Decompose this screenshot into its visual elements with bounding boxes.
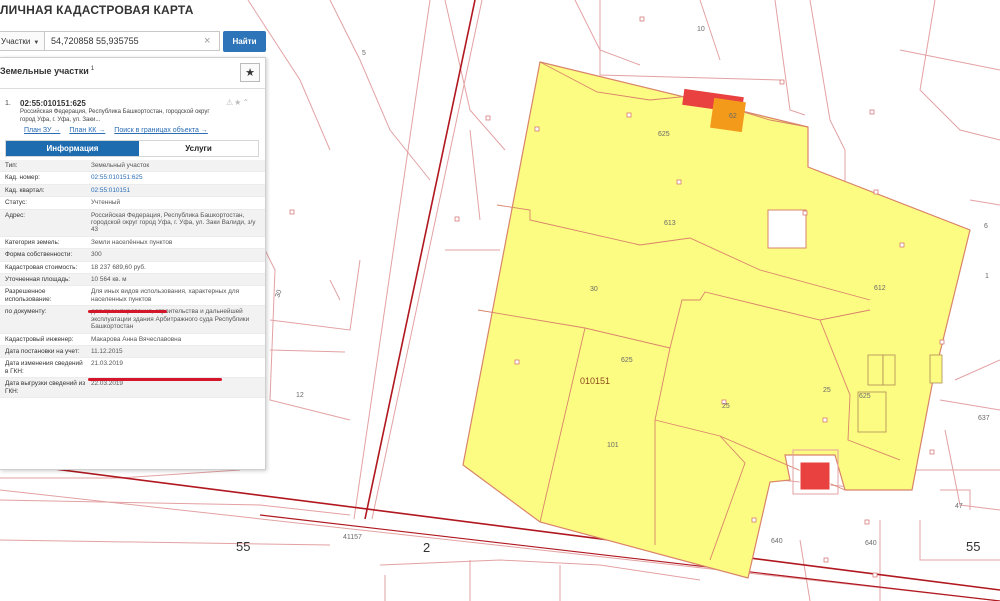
map-label: 640 <box>865 540 877 547</box>
attr-value: Земельный участок <box>91 162 150 169</box>
attr-value: 10 564 кв. м <box>91 276 127 284</box>
attr-label: Дата изменения сведений в ГКН: <box>5 360 83 375</box>
attr-label: Дата постановки на учет: <box>5 347 80 355</box>
map-label: 5 <box>362 50 366 57</box>
card-links: План ЗУ → План КК → Поиск в границах объек… <box>24 127 264 134</box>
map-label-block: 010151 <box>580 376 610 386</box>
table-row: Кадастровая стоимость: 18 237 689,60 руб. <box>0 262 265 275</box>
star-icon: ★ <box>245 67 255 79</box>
attr-label: Кад. номер: <box>5 174 40 182</box>
table-row: Категория земель: Земли населённых пункто… <box>0 237 265 250</box>
attr-label: Разрешенное использование: <box>5 288 52 303</box>
table-row: Форма собственности: 300 <box>0 249 265 262</box>
card-index: 1. <box>5 100 11 107</box>
highlight-underline-area <box>88 310 167 313</box>
map-label: 625 <box>658 131 670 138</box>
highlight-underline-purpose <box>88 378 222 381</box>
map-label: 637 <box>978 415 990 422</box>
panel-title: Земельные участки 1 <box>0 66 94 76</box>
table-row: Кад. квартал: 02:55:010151 <box>0 184 265 198</box>
attribute-table: Тип: Земельный участок Кад. номер: 02:55:0… <box>0 160 265 398</box>
table-row: Уточненная площадь: 10 564 кв. м <box>0 274 265 287</box>
search-type-dropdown[interactable]: Участки ▼ <box>0 31 45 51</box>
attr-label: Уточненная площадь: <box>5 276 71 284</box>
map-label-large: 55 <box>966 539 980 554</box>
table-row: Тип: Земельный участок <box>0 160 265 173</box>
map-label: 62 <box>729 113 737 120</box>
link-plan-kk[interactable]: План КК → <box>69 127 105 134</box>
parcel-number[interactable]: 02:55:010151:625 <box>20 99 86 108</box>
cadastral-quarter-link[interactable]: 02:55:010151 <box>87 185 265 196</box>
map-label: 25 <box>722 403 730 410</box>
cadastral-number-link[interactable]: 02:55:010151:625 <box>87 172 265 183</box>
card-tool-icons[interactable]: ⚠★⌃ <box>226 98 250 107</box>
map-label: 625 <box>859 393 871 400</box>
map-label: 612 <box>874 285 886 292</box>
attr-label: Категория земель: <box>5 238 60 246</box>
map-label: 1 <box>985 273 989 280</box>
info-tabs: Информация Услуги <box>5 140 259 157</box>
table-row: Разрешенное использование: Для иных видов… <box>0 286 265 307</box>
map-label: 101 <box>607 442 619 449</box>
table-row: Дата выгрузки сведений из ГКН: 22.03.2019 <box>0 378 265 398</box>
attr-label: Кадастровый инженер: <box>5 335 74 343</box>
map-label: 6 <box>984 223 988 230</box>
panel-title-text: Земельные участки <box>0 66 89 76</box>
attr-label: Кад. квартал: <box>5 186 45 194</box>
search-input[interactable] <box>45 31 220 51</box>
attr-value: 11.12.2015 <box>91 347 123 355</box>
link-search-in-bounds[interactable]: Поиск в границах объекта → <box>114 127 208 134</box>
table-row: Дата изменения сведений в ГКН: 21.03.2019 <box>0 358 265 379</box>
divider <box>0 88 265 89</box>
map-label-large: 2 <box>423 540 430 555</box>
map-label: 613 <box>664 220 676 227</box>
attr-value: 18 237 689,60 руб. <box>91 263 146 271</box>
app-title: ЛИЧНАЯ КАДАСТРОВАЯ КАРТА <box>0 3 194 17</box>
map-label: 10 <box>697 26 705 33</box>
table-row: Адрес: Российская Федерация, Республика Б… <box>0 209 265 237</box>
table-row: Кад. номер: 02:55:010151:625 <box>0 172 265 185</box>
attr-value: Земли населённых пунктов <box>91 238 173 246</box>
attr-value: 21.03.2019 <box>91 360 123 368</box>
attr-value: Учтенный <box>91 199 121 207</box>
map-label: 12 <box>296 392 304 399</box>
map-label: 25 <box>823 387 831 394</box>
table-row: Дата постановки на учет: 11.12.2015 <box>0 345 265 359</box>
attr-label: Статус: <box>5 199 27 207</box>
attr-label: Кадастровая стоимость: <box>5 263 78 271</box>
attr-value: 300 <box>91 251 102 259</box>
attr-value: Российская Федерация, Республика Башкорт… <box>91 211 256 234</box>
favorite-button[interactable]: ★ <box>240 63 260 82</box>
map-label-large: 55 <box>236 539 250 554</box>
search-bar: Участки▼ × Найти <box>0 31 267 53</box>
find-button[interactable]: Найти <box>223 31 266 52</box>
map-label: 30 <box>590 286 598 293</box>
clear-icon[interactable]: × <box>204 34 210 48</box>
link-plan-zu[interactable]: План ЗУ → <box>24 127 60 134</box>
tab-services[interactable]: Услуги <box>139 141 258 156</box>
parcel-address: Российская Федерация, Республика Башкорт… <box>20 109 210 123</box>
results-panel: Земельные участки 1 ★ 1. 02:55:010151:625… <box>0 57 266 470</box>
attr-label: Форма собственности: <box>5 251 73 259</box>
results-count: 1 <box>90 66 95 72</box>
attr-label: Тип: <box>5 162 18 169</box>
attr-value: Макарова Анна Вячеславовна <box>91 335 182 343</box>
attr-label: по документу: <box>5 308 47 316</box>
map-label: 47 <box>955 503 963 510</box>
table-row: Статус: Учтенный <box>0 197 265 210</box>
search-type-label: Участки <box>1 37 31 46</box>
attr-value: Для иных видов использования, характерны… <box>91 288 240 303</box>
tab-info[interactable]: Информация <box>6 141 139 156</box>
map-label: 625 <box>621 357 633 364</box>
chevron-down-icon: ▼ <box>33 40 40 46</box>
map-label: 41157 <box>343 534 362 541</box>
attr-label: Адрес: <box>5 211 26 219</box>
map-label: 640 <box>771 538 783 545</box>
table-row: Кадастровый инженер: Макарова Анна Вячесл… <box>0 334 265 346</box>
parcel-card: 1. 02:55:010151:625 ⚠★⌃ Российская Федер… <box>0 95 265 467</box>
attr-label: Дата выгрузки сведений из ГКН: <box>5 380 86 395</box>
panel-header: Земельные участки 1 ★ <box>0 58 265 86</box>
